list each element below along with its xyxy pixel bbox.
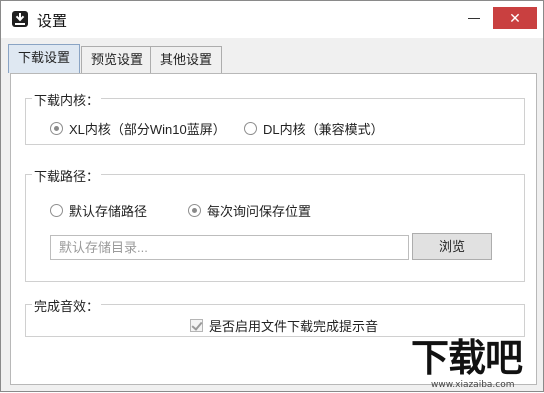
tab-preview-settings[interactable]: 预览设置 (81, 46, 154, 73)
completion-sound-group: 完成音效： 是否启用文件下载完成提示音 (25, 296, 525, 337)
title-bar: 设置 ✕ (1, 1, 543, 38)
watermark-logo: 下载吧 (411, 336, 523, 380)
settings-window: 设置 ✕ 下载设置 预览设置 其他设置 下载内核： XL内核（部分Win10蓝屏… (0, 0, 544, 392)
directory-input[interactable] (50, 235, 409, 260)
kernel-dl-radio[interactable] (244, 122, 257, 135)
path-default-label: 默认存储路径 (69, 204, 148, 219)
close-button[interactable]: ✕ (493, 7, 537, 29)
download-path-title: 下载路径： (32, 166, 102, 185)
kernel-xl-option[interactable]: XL内核（部分Win10蓝屏） (50, 119, 226, 138)
site-watermark: 下载吧 www.xiazaiba.com (411, 336, 544, 393)
completion-sound-title: 完成音效： (32, 296, 102, 315)
path-ask-label: 每次询问保存位置 (207, 204, 312, 219)
path-default-option[interactable]: 默认存储路径 (50, 201, 147, 220)
download-app-icon (12, 11, 28, 27)
kernel-dl-label: DL内核（兼容模式） (263, 122, 384, 137)
completion-sound-option[interactable]: 是否启用文件下载完成提示音 (190, 316, 378, 335)
download-kernel-title: 下载内核： (32, 90, 102, 109)
path-ask-option[interactable]: 每次询问保存位置 (188, 201, 311, 220)
download-kernel-group: 下载内核： XL内核（部分Win10蓝屏） DL内核（兼容模式） (25, 90, 525, 145)
kernel-xl-radio[interactable] (50, 122, 63, 135)
browse-button[interactable]: 浏览 (412, 233, 492, 260)
minimize-button[interactable] (463, 7, 485, 29)
completion-sound-checkbox[interactable] (190, 319, 203, 332)
window-title: 设置 (37, 13, 68, 30)
kernel-dl-option[interactable]: DL内核（兼容模式） (244, 119, 384, 138)
tab-other-settings[interactable]: 其他设置 (150, 46, 223, 73)
tab-download-settings[interactable]: 下载设置 (8, 44, 81, 73)
path-default-radio[interactable] (50, 204, 63, 217)
path-ask-radio[interactable] (188, 204, 201, 217)
kernel-xl-label: XL内核（部分Win10蓝屏） (69, 122, 226, 137)
download-path-group: 下载路径： 默认存储路径 每次询问保存位置 浏览 (25, 166, 525, 282)
completion-sound-label: 是否启用文件下载完成提示音 (209, 319, 379, 334)
watermark-url: www.xiazaiba.com (431, 380, 515, 390)
